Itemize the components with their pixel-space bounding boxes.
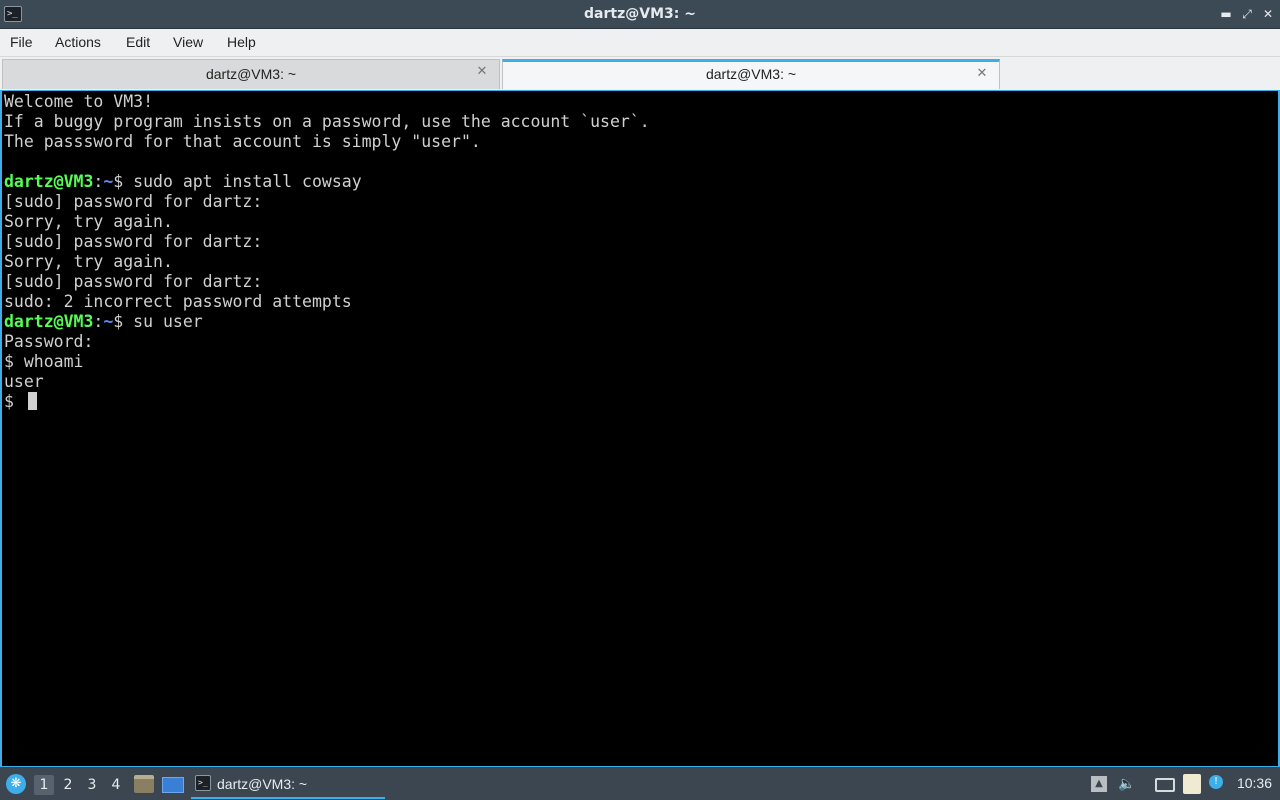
menu-file[interactable]: File — [10, 34, 33, 50]
terminal-line: [sudo] password for dartz: — [4, 272, 263, 291]
desktop-2[interactable]: 2 — [58, 775, 78, 795]
terminal-line: $ whoami — [4, 352, 84, 371]
terminal-line: Sorry, try again. — [4, 252, 173, 271]
shell-prompt: $ — [4, 392, 24, 411]
menu-view[interactable]: View — [173, 34, 203, 50]
window-titlebar[interactable]: >_ dartz@VM3: ~ ▬ ⤢ ✕ — [0, 0, 1280, 29]
terminal-output[interactable]: Welcome to VM3! If a buggy program insis… — [0, 90, 1280, 766]
text-cursor — [27, 392, 37, 410]
file-manager-icon[interactable] — [134, 775, 154, 793]
desktop-4[interactable]: 4 — [106, 775, 126, 795]
maximize-icon[interactable]: ⤢ — [1238, 5, 1256, 23]
terminal-prompt-line: dartz@VM3:~$ su user — [4, 312, 203, 332]
eject-icon[interactable]: ▲ — [1091, 776, 1107, 792]
terminal-line: sudo: 2 incorrect password attempts — [4, 292, 352, 311]
updates-icon[interactable]: ! — [1209, 775, 1223, 789]
terminal-prompt-line: dartz@VM3:~$ sudo apt install cowsay — [4, 172, 362, 192]
desktop-1[interactable]: 1 — [34, 775, 54, 795]
taskbar-window-label: dartz@VM3: ~ — [217, 776, 308, 792]
tab-close-icon[interactable]: ✕ — [975, 67, 989, 81]
terminal-line: Welcome to VM3! — [4, 92, 154, 111]
tab-label: dartz@VM3: ~ — [705, 66, 797, 82]
taskbar-window-terminal[interactable]: >_ dartz@VM3: ~ — [191, 770, 385, 799]
tab-bar: dartz@VM3: ~ ✕ dartz@VM3: ~ ✕ — [0, 57, 1280, 90]
menu-actions[interactable]: Actions — [55, 34, 101, 50]
start-menu-icon[interactable]: ❋ — [6, 774, 26, 794]
prompt-separator: : — [93, 172, 104, 191]
clipboard-icon[interactable] — [1183, 774, 1201, 794]
show-desktop-icon[interactable] — [162, 777, 184, 793]
prompt-command: $ su user — [113, 312, 203, 331]
desktop-3[interactable]: 3 — [82, 775, 102, 795]
terminal-app-icon: >_ — [195, 775, 211, 791]
terminal-line: The passsword for that account is simply… — [4, 132, 481, 151]
terminal-line: If a buggy program insists on a password… — [4, 112, 650, 131]
terminal-line: Password: — [4, 332, 94, 351]
volume-icon[interactable]: 🔈 — [1118, 775, 1136, 793]
tab-label: dartz@VM3: ~ — [205, 66, 297, 82]
tab-close-icon[interactable]: ✕ — [475, 65, 489, 79]
network-icon[interactable] — [1155, 778, 1175, 792]
clock[interactable]: 10:36 — [1237, 775, 1272, 791]
prompt-separator: : — [93, 312, 104, 331]
taskbar: ❋ 1 2 3 4 >_ dartz@VM3: ~ ▲ 🔈 ! 10:36 — [0, 766, 1280, 800]
terminal-line: [sudo] password for dartz: — [4, 192, 263, 211]
tab-terminal-2[interactable]: dartz@VM3: ~ ✕ — [502, 59, 1000, 89]
window-title: dartz@VM3: ~ — [584, 6, 696, 22]
terminal-input-line: $ — [4, 392, 37, 412]
terminal-line: user — [4, 372, 44, 391]
close-icon[interactable]: ✕ — [1259, 5, 1277, 23]
menu-edit[interactable]: Edit — [126, 34, 150, 50]
menu-bar: File Actions Edit View Help — [0, 29, 1280, 57]
minimize-icon[interactable]: ▬ — [1217, 5, 1235, 23]
prompt-command: $ sudo apt install cowsay — [113, 172, 362, 191]
prompt-path: ~ — [103, 172, 114, 191]
terminal-line: [sudo] password for dartz: — [4, 232, 263, 251]
menu-help[interactable]: Help — [227, 34, 256, 50]
terminal-line: Sorry, try again. — [4, 212, 173, 231]
prompt-user: dartz@VM3 — [4, 312, 94, 331]
tab-terminal-1[interactable]: dartz@VM3: ~ ✕ — [2, 59, 500, 89]
prompt-user: dartz@VM3 — [4, 172, 94, 191]
prompt-path: ~ — [103, 312, 114, 331]
